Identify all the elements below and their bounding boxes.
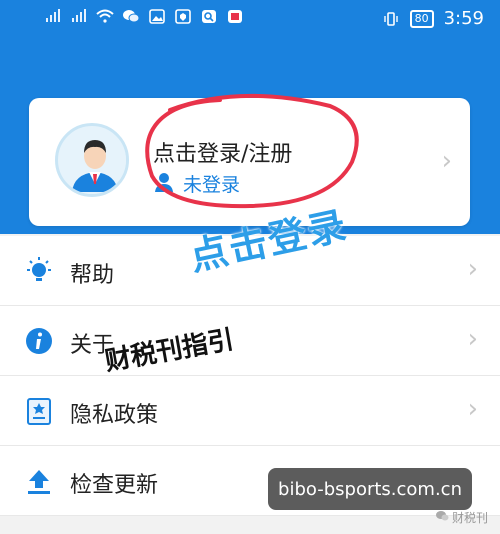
chevron-right-icon: › <box>441 146 452 176</box>
vibrate-icon <box>382 11 400 27</box>
image-icon <box>148 8 166 24</box>
menu-item-label: 检查更新 <box>70 473 159 498</box>
menu-item-label: 帮助 <box>70 263 115 288</box>
user-avatar-icon[interactable] <box>55 123 129 197</box>
info-icon <box>24 326 54 356</box>
wechat-icon <box>122 8 140 24</box>
watermark-account: 财税刊 <box>435 509 488 526</box>
login-register-link[interactable]: 点击登录/注册 <box>153 136 292 168</box>
menu-item-label: 隐私政策 <box>70 403 159 428</box>
watermark-account-text: 财税刊 <box>451 511 488 525</box>
signal-icon <box>44 8 62 24</box>
menu-item-about[interactable]: 关于 › <box>0 306 500 376</box>
search-icon <box>200 8 218 24</box>
chevron-right-icon: › <box>467 254 478 284</box>
user-icon <box>153 171 175 197</box>
wechat-icon <box>435 510 449 525</box>
app-icon <box>226 8 244 24</box>
status-bar: 80 3:59 <box>0 0 500 38</box>
status-icons-right: 80 3:59 <box>382 8 484 29</box>
login-status-text: 未登录 <box>183 174 241 196</box>
signal-icon <box>70 8 88 24</box>
watermark-site: bibo-bsports.com.cn <box>268 468 472 510</box>
login-status: 未登录 <box>153 170 240 197</box>
menu-item-privacy[interactable]: 隐私政策 › <box>0 376 500 446</box>
chevron-right-icon: › <box>467 394 478 424</box>
battery-indicator: 80 <box>409 9 434 28</box>
chevron-right-icon: › <box>467 324 478 354</box>
wifi-icon <box>96 8 114 24</box>
status-icons-left <box>44 8 244 24</box>
profile-card[interactable]: 点击登录/注册 未登录 › <box>29 98 470 226</box>
shield-icon <box>174 8 192 24</box>
document-icon <box>24 396 54 426</box>
status-time: 3:59 <box>443 8 484 29</box>
upload-icon <box>24 466 54 496</box>
bulb-icon <box>24 256 54 286</box>
